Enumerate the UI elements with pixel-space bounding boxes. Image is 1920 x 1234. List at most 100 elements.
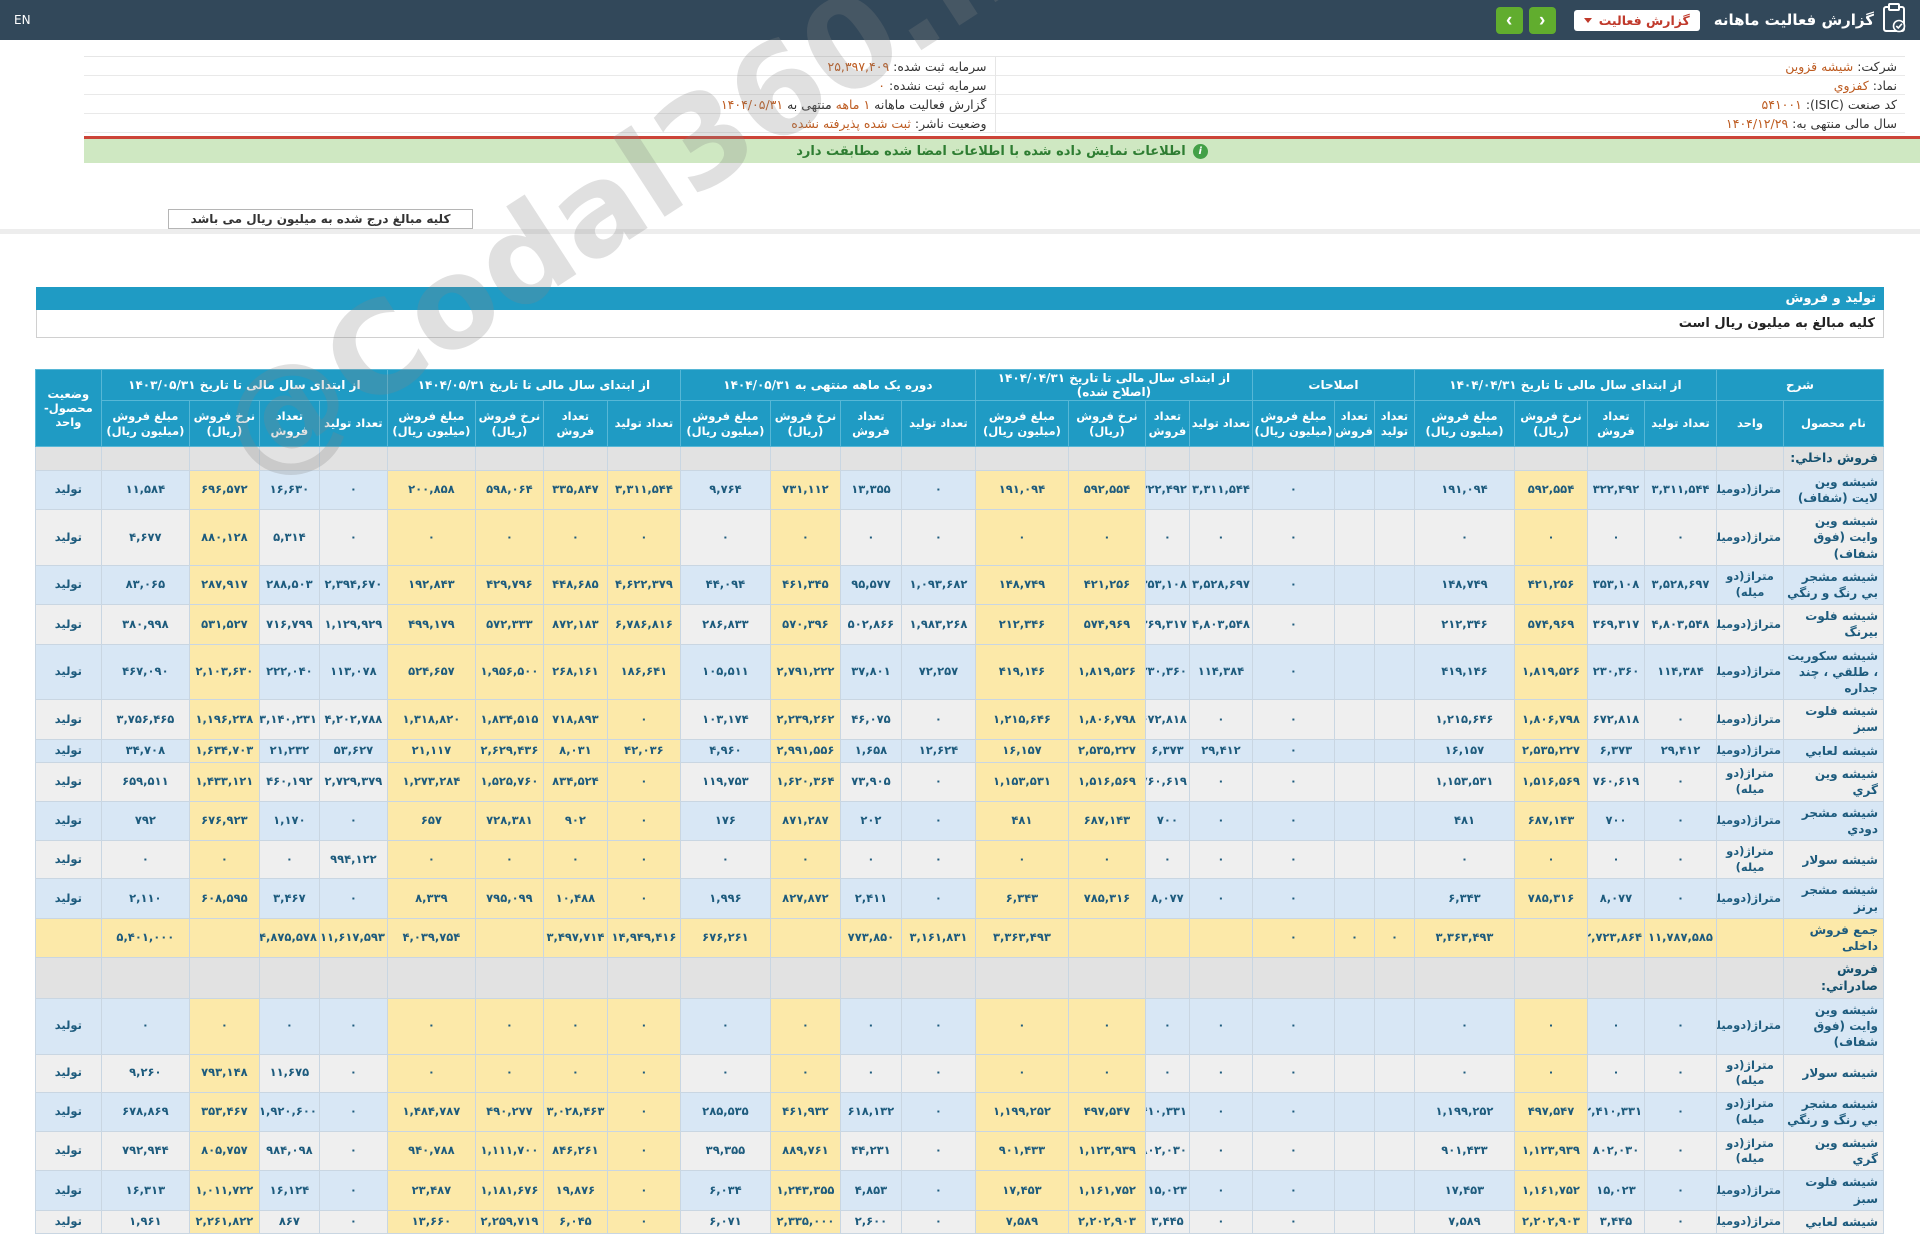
empty-cell <box>1413 957 1515 999</box>
value-cell: ۱,۰۹۳,۶۸۲ <box>900 564 976 606</box>
product-name-cell: شیشه سولار <box>1783 840 1884 880</box>
value-cell: ۳۴,۷۰۸ <box>100 738 190 763</box>
value-cell: ۷۹۲,۹۴۴ <box>100 1130 190 1172</box>
chevron-down-icon <box>1583 17 1592 23</box>
value-cell: ۵۳,۶۲۷ <box>318 738 388 763</box>
value-cell <box>1333 1053 1375 1093</box>
table-row: شیشه لعابيمتراژ(دومیله)۰۳,۴۴۵۲,۲۰۲,۹۰۳۷,… <box>34 1209 1884 1234</box>
value-cell: ۰ <box>900 509 976 566</box>
column-header: نرخ فروش (ریال) <box>1513 400 1588 447</box>
value-cell: ۱۱,۷۸۷,۵۸۵ <box>1643 917 1717 959</box>
value-cell: ۹۰۲ <box>542 801 608 842</box>
column-header: مبلغ فروش (میلیون ریال) <box>974 400 1069 447</box>
value-cell <box>1513 917 1588 959</box>
value-cell: ۲۲۲,۰۴۰ <box>258 643 320 701</box>
value-cell: ۳,۳۶۳,۴۹۳ <box>974 917 1069 959</box>
value-cell: ۴,۸۰۳,۵۴۸ <box>1643 604 1717 645</box>
value-cell: ۴,۶۷۷ <box>100 509 190 566</box>
value-cell <box>474 917 544 959</box>
empty-cell <box>1373 957 1415 999</box>
empty-cell <box>606 446 681 471</box>
value-cell: ۰ <box>1513 840 1588 880</box>
value-cell: ۷۱۸,۸۹۳ <box>542 699 608 740</box>
value-cell: ۰ <box>606 997 681 1055</box>
value-cell: ۰ <box>1067 509 1146 566</box>
value-cell: ۱۶,۳۱۳ <box>100 1170 190 1211</box>
value-cell: ۱,۱۲۳,۹۳۹ <box>1067 1130 1146 1172</box>
value-cell: ۰ <box>679 509 771 566</box>
unit-cell: متراژ(دو میله) <box>1715 1053 1785 1093</box>
value-cell: ۴۲۱,۲۵۶ <box>1513 564 1588 606</box>
value-cell: ۲۳۰,۳۶۰ <box>1586 643 1645 701</box>
value-cell: ۴۶۱,۹۳۲ <box>769 1091 841 1132</box>
status-cell <box>34 917 102 959</box>
value-cell: ۰ <box>1144 1053 1190 1093</box>
empty-cell <box>679 957 771 999</box>
next-report-button[interactable]: › <box>1495 6 1523 34</box>
value-cell: ۷,۵۸۹ <box>1413 1209 1515 1234</box>
value-cell: ۰ <box>606 761 681 803</box>
column-header: تعداد فروش <box>1586 400 1645 447</box>
value-cell: ۰ <box>606 801 681 842</box>
empty-cell <box>1188 957 1253 999</box>
value-cell: ۰ <box>900 997 976 1055</box>
company-info-left-column: سرمایه ثبت شده: ۲۵,۳۹۷,۴۰۹ سرمایه ثبت نشده… <box>84 57 995 133</box>
value-cell <box>1333 604 1375 645</box>
product-name-cell: شیشه فلوت بیرنگ <box>1783 604 1884 645</box>
value-cell: ۰ <box>1586 509 1645 566</box>
value-cell: ۳,۳۱۱,۵۴۴ <box>606 469 681 511</box>
value-cell: ۸۷۲,۱۸۳ <box>542 604 608 645</box>
language-toggle[interactable]: EN <box>14 13 31 27</box>
value-cell: ۳۲۲,۴۹۲ <box>1586 469 1645 511</box>
value-cell: ۰ <box>1188 1209 1253 1234</box>
info-row-left-0: سرمایه ثبت شده: ۲۵,۳۹۷,۴۰۹ <box>84 57 995 76</box>
value-cell: ۰ <box>1188 1130 1253 1172</box>
value-cell: ۱۱۳,۰۷۸ <box>318 643 388 701</box>
product-name-cell: شیشه مشجر بي رنگ و رنگي <box>1783 564 1884 606</box>
value-cell: ۸۶۷ <box>258 1209 320 1234</box>
value-cell: ۴۶,۰۷۵ <box>839 699 902 740</box>
value-cell: ۱,۹۶۱ <box>100 1209 190 1234</box>
value-cell: ۶۹۶,۵۷۲ <box>188 469 260 511</box>
info-value: ۰ <box>878 77 886 93</box>
value-cell <box>1373 1209 1415 1234</box>
value-cell <box>1333 801 1375 842</box>
info-label: منتهی به <box>787 96 832 112</box>
info-icon: i <box>1192 143 1208 159</box>
value-cell: ۰ <box>839 509 902 566</box>
value-cell: ۰ <box>258 840 320 880</box>
unit-cell: متراژ(دومیله) <box>1715 738 1785 763</box>
value-cell: ۰ <box>679 840 771 880</box>
value-cell: ۷۶۰,۶۱۹ <box>1144 761 1190 803</box>
column-header: تعداد فروش <box>839 400 902 447</box>
prev-report-button[interactable]: ‹ <box>1528 6 1556 34</box>
value-cell: ۱,۱۶۱,۷۵۲ <box>1067 1170 1146 1211</box>
column-header: نرخ فروش (ریال) <box>474 400 544 447</box>
value-cell: ۱,۶۲۰,۳۶۴ <box>769 761 841 803</box>
empty-cell <box>1513 957 1588 999</box>
value-cell: ۲۱۲,۳۴۶ <box>974 604 1069 645</box>
column-header: نرخ فروش (ریال) <box>769 400 841 447</box>
value-cell: ۳۷,۸۰۱ <box>839 643 902 701</box>
table-row: شیشه فلوت سبزمتراژ(دومیله)۰۱۵,۰۲۳۱,۱۶۱,۷… <box>34 1170 1884 1211</box>
value-cell: ۱۳,۶۶۰ <box>386 1209 476 1234</box>
value-cell <box>1373 509 1415 566</box>
value-cell: ۰ <box>839 1053 902 1093</box>
empty-cell <box>386 957 476 999</box>
report-type-dropdown[interactable]: گزارش فعالیت <box>1573 9 1700 31</box>
value-cell: ۰ <box>1251 878 1335 919</box>
value-cell: ۰ <box>1188 1053 1253 1093</box>
column-group-header-6: از ابتدای سال مالی تا تاریخ ۱۴۰۳/۰۵/۳۱ <box>100 369 388 401</box>
table-row: شیشه مشجر بي رنگ و رنگي متراژ(دو میله) ۰ ۲,… <box>34 1091 1884 1132</box>
info-row-left-1: سرمایه ثبت نشده: ۰ <box>84 76 995 95</box>
value-cell: ۴,۹۶۰ <box>679 738 771 763</box>
value-cell: ۵۰۲,۸۶۶ <box>839 604 902 645</box>
value-cell: ۲,۲۰۲,۹۰۳ <box>1513 1209 1588 1234</box>
value-cell: ۳,۴۴۵ <box>1586 1209 1645 1234</box>
value-cell: ۳۵۳,۴۶۷ <box>188 1091 260 1132</box>
value-cell: ۰ <box>318 801 388 842</box>
value-cell: ۴,۸۰۳,۵۴۸ <box>1188 604 1253 645</box>
value-cell: ۱,۸۰۶,۷۹۸ <box>1067 699 1146 740</box>
value-cell: ۰ <box>1251 509 1335 566</box>
empty-cell <box>542 957 608 999</box>
